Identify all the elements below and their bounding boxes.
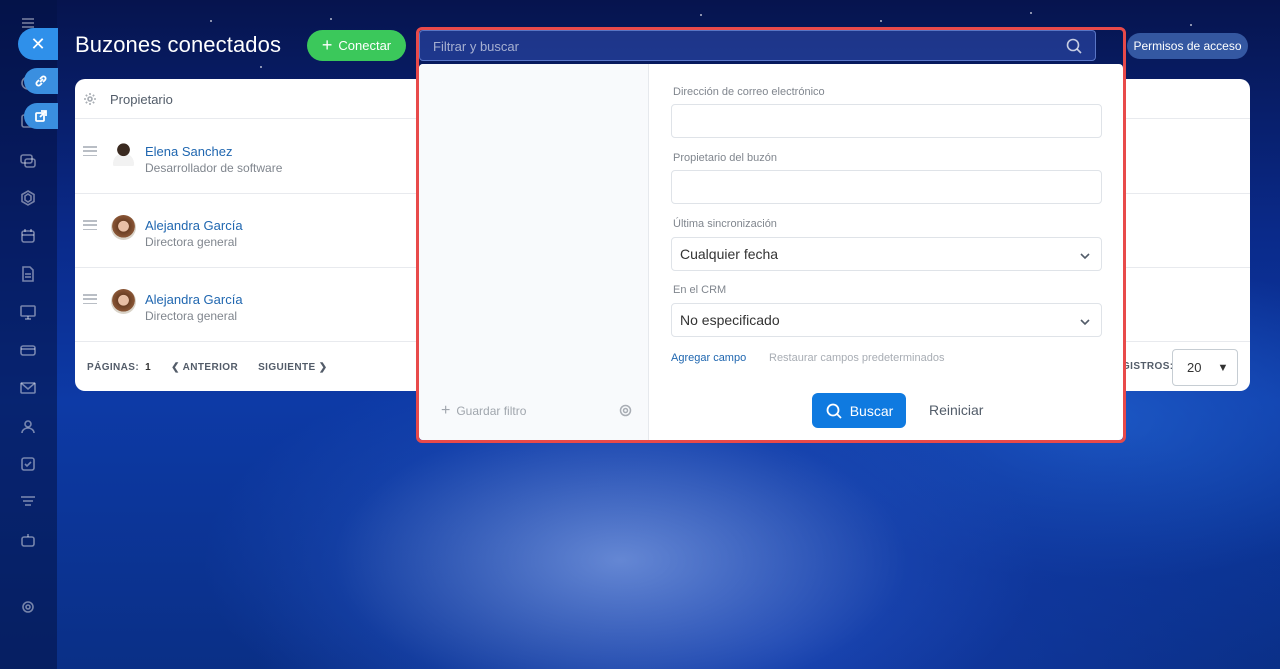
email-field-label: Dirección de correo electrónico — [673, 86, 825, 98]
owner-role: Desarrollador de software — [145, 161, 283, 175]
connect-button[interactable]: + Conectar — [307, 30, 406, 61]
search-icon[interactable] — [1065, 37, 1083, 55]
owner-field-label: Propietario del buzón — [673, 152, 777, 164]
plus-icon: + — [441, 402, 451, 419]
drag-handle-icon[interactable] — [83, 294, 97, 304]
document-icon[interactable] — [17, 263, 39, 285]
drag-handle-icon[interactable] — [83, 220, 97, 230]
add-field-link[interactable]: Agregar campo — [671, 352, 746, 364]
records-label: GISTROS: — [1122, 361, 1174, 372]
left-sidebar — [0, 0, 57, 669]
link-icon — [35, 75, 47, 87]
funnel-icon[interactable] — [17, 491, 39, 513]
crm-select[interactable]: No especificado — [671, 303, 1102, 337]
copy-link-button[interactable] — [24, 68, 58, 94]
mailbox-owner-field[interactable] — [671, 170, 1102, 204]
mail-icon[interactable] — [17, 377, 39, 399]
sync-field-label: Última sincronización — [673, 218, 777, 230]
chevron-down-icon — [1079, 249, 1091, 261]
chevron-down-icon: ▼ — [1217, 361, 1229, 374]
search-button[interactable]: Buscar — [812, 393, 906, 428]
search-input[interactable]: Filtrar y buscar — [419, 30, 1096, 61]
contacts-icon[interactable] — [17, 415, 39, 437]
crm-value: No especificado — [680, 312, 780, 328]
records-per-page-value: 20 — [1187, 360, 1202, 375]
pages-indicator: PÁGINAS: 1 — [87, 362, 152, 373]
next-page-button[interactable]: SIGUIENTE ❯ — [258, 362, 327, 373]
chevron-down-icon — [1079, 315, 1091, 327]
chat-icon[interactable] — [17, 150, 39, 172]
calendar-icon[interactable] — [17, 225, 39, 247]
restore-default-fields-link[interactable]: Restaurar campos predeterminados — [769, 352, 944, 364]
open-new-window-button[interactable] — [24, 103, 58, 129]
checkbox-icon[interactable] — [17, 453, 39, 475]
owner-role: Directora general — [145, 235, 238, 249]
access-permissions-button[interactable]: Permisos de acceso — [1127, 33, 1248, 59]
avatar — [111, 215, 136, 240]
owner-name-link[interactable]: Alejandra García — [145, 292, 243, 307]
pagination: PÁGINAS: 1 ❮ ANTERIOR SIGUIENTE ❯ — [87, 362, 328, 373]
previous-page-button[interactable]: ❮ ANTERIOR — [171, 362, 238, 373]
search-icon — [826, 403, 842, 419]
saved-filters-panel: + Guardar filtro — [419, 64, 649, 440]
reset-button[interactable]: Reiniciar — [929, 402, 983, 418]
presentation-icon[interactable] — [17, 301, 39, 323]
crm-field-label: En el CRM — [673, 284, 727, 296]
search-button-label: Buscar — [849, 402, 894, 419]
save-filter-label: Guardar filtro — [456, 404, 527, 418]
connect-button-label: Conectar — [338, 38, 392, 53]
card-icon[interactable] — [17, 339, 39, 361]
last-sync-select[interactable]: Cualquier fecha — [671, 237, 1102, 271]
close-slider-button[interactable]: ✕ — [18, 28, 58, 60]
avatar — [111, 289, 136, 314]
hexagon-icon[interactable] — [17, 187, 39, 209]
current-page-number: 1 — [145, 362, 152, 373]
gear-icon[interactable] — [618, 403, 633, 418]
gear-icon[interactable] — [83, 92, 97, 106]
robot-icon[interactable] — [17, 529, 39, 551]
search-placeholder: Filtrar y buscar — [433, 39, 519, 54]
plus-icon: + — [321, 34, 333, 55]
email-field[interactable] — [671, 104, 1102, 138]
avatar — [111, 141, 136, 166]
filter-popup: + Guardar filtro Dirección de correo ele… — [419, 64, 1123, 440]
save-filter-button[interactable]: + Guardar filtro — [441, 403, 526, 419]
records-per-page-select[interactable]: 20 ▼ — [1172, 349, 1238, 386]
settings-icon[interactable] — [17, 596, 39, 618]
owner-name-link[interactable]: Alejandra García — [145, 218, 243, 233]
column-owner[interactable]: Propietario — [110, 92, 173, 107]
page-title: Buzones conectados — [75, 32, 282, 57]
owner-name-link[interactable]: Elena Sanchez — [145, 144, 232, 159]
chevron-left-icon: ❮ — [171, 362, 183, 373]
external-link-icon — [35, 110, 47, 122]
owner-role: Directora general — [145, 309, 238, 323]
chevron-right-icon: ❯ — [315, 362, 328, 373]
drag-handle-icon[interactable] — [83, 146, 97, 156]
close-icon: ✕ — [30, 33, 46, 54]
last-sync-value: Cualquier fecha — [680, 246, 779, 262]
